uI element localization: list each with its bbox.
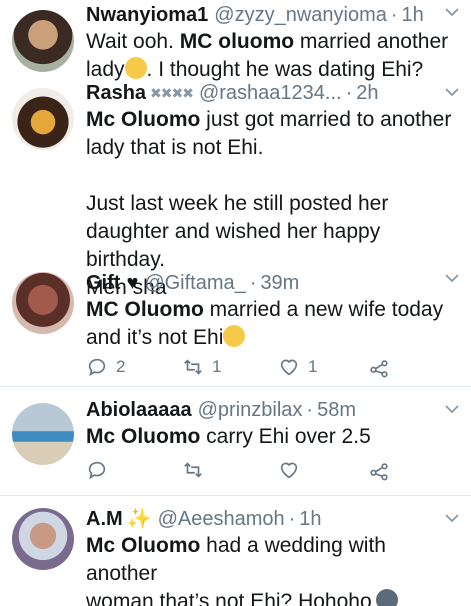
text-segment: woman that’s not Ehi? Hohoho xyxy=(86,590,372,606)
bold-mention: MC oluomo xyxy=(179,30,295,53)
tweet-gift[interactable]: Gift ♥ @Giftama_ · 39m MC Oluomo married… xyxy=(0,266,471,386)
text-segment: and it’s not Ehi xyxy=(86,326,224,349)
text-line: Just last week he still posted her xyxy=(86,192,389,215)
reply-icon xyxy=(88,461,106,480)
like-count: 1 xyxy=(308,357,318,376)
tweet-header: A.M ✨ @Aeeshamoh · 1h xyxy=(86,506,459,532)
user-handle[interactable]: @prinzbilax xyxy=(198,398,303,422)
text-line: lady that is not Ehi. xyxy=(86,136,264,159)
hand-over-mouth-emoji xyxy=(124,57,147,79)
share-button[interactable] xyxy=(368,459,390,481)
dark-face-emoji xyxy=(375,589,398,606)
retweet-button[interactable]: 1 xyxy=(182,356,221,378)
display-name[interactable]: Nwanyioma1 xyxy=(86,3,208,27)
sparkles-emoji: ✨ xyxy=(126,508,152,530)
tweet-actions: 2 1 1 xyxy=(86,356,388,382)
chevron-down-icon[interactable] xyxy=(445,88,459,97)
chevron-down-icon[interactable] xyxy=(445,405,459,414)
display-name[interactable]: Gift xyxy=(86,271,120,295)
share-icon xyxy=(370,463,388,481)
user-handle[interactable]: @Giftama_ xyxy=(144,271,245,295)
timestamp[interactable]: 58m xyxy=(317,398,356,422)
chevron-down-icon[interactable] xyxy=(445,8,459,17)
bold-mention: Mc Oluomo xyxy=(86,108,201,131)
avatar[interactable] xyxy=(12,10,74,72)
tweet-nwanyioma1[interactable]: Nwanyioma1 @zyzy_nwanyioma · 1h Wait ooh… xyxy=(0,0,471,82)
reply-button[interactable]: 2 xyxy=(86,356,125,378)
tweet-header: Gift ♥ @Giftama_ · 39m xyxy=(86,270,459,296)
share-icon xyxy=(370,360,388,378)
reply-count: 2 xyxy=(116,357,126,376)
timestamp[interactable]: 2h xyxy=(356,81,378,105)
separator-dot: · xyxy=(345,82,353,104)
retweet-button[interactable] xyxy=(182,459,204,481)
tweet-feed: Nwanyioma1 @zyzy_nwanyioma · 1h Wait ooh… xyxy=(0,0,471,606)
heart-icon xyxy=(280,359,298,376)
share-button[interactable] xyxy=(368,356,390,378)
avatar[interactable] xyxy=(12,508,74,570)
text-segment: . I thought he was dating Ehi? xyxy=(146,58,424,81)
chevron-down-icon[interactable] xyxy=(445,514,459,523)
like-button[interactable]: 1 xyxy=(278,356,317,378)
text-segment: just got married to another xyxy=(200,108,452,131)
chevron-down-icon[interactable] xyxy=(445,274,459,283)
timestamp[interactable]: 1h xyxy=(299,507,321,531)
avatar[interactable] xyxy=(12,272,74,334)
bold-mention: Mc Oluomo xyxy=(86,425,201,448)
retweet-icon xyxy=(184,462,202,478)
display-name[interactable]: Rasha xyxy=(86,81,146,105)
tweet-actions xyxy=(86,459,388,485)
user-handle[interactable]: @zyzy_nwanyioma xyxy=(214,3,387,27)
avatar[interactable] xyxy=(12,403,74,465)
bold-mention: MC Oluomo xyxy=(86,298,204,321)
avatar[interactable] xyxy=(12,88,74,150)
retweet-count: 1 xyxy=(212,357,222,376)
bold-mention: Mc Oluomo xyxy=(86,534,201,557)
tweet-text: Mc Oluomo carry Ehi over 2.5 xyxy=(86,423,459,451)
black-heart-emoji: ♥ xyxy=(126,272,139,294)
text-segment: married another xyxy=(294,30,449,53)
tweet-abiolaaaaa[interactable]: Abiolaaaaa @prinzbilax · 58m Mc Oluomo c… xyxy=(0,387,471,494)
name-decoration: ✖✖✖✖ xyxy=(150,85,194,101)
separator-dot: · xyxy=(306,399,314,421)
display-name[interactable]: A.M xyxy=(86,507,123,531)
timestamp[interactable]: 1h xyxy=(402,3,424,27)
timestamp[interactable]: 39m xyxy=(260,271,299,295)
reply-button[interactable] xyxy=(86,459,108,481)
face-with-monocle-emoji xyxy=(223,325,246,347)
tweet-header: Rasha ✖✖✖✖ @rashaa1234... · 2h xyxy=(86,80,459,106)
separator-dot: · xyxy=(249,272,257,294)
text-segment: Wait ooh. xyxy=(86,30,180,53)
text-segment: lady xyxy=(86,58,125,81)
text-segment: carry Ehi over 2.5 xyxy=(200,425,371,448)
tweet-am[interactable]: A.M ✨ @Aeeshamoh · 1h Mc Oluomo had a we… xyxy=(0,496,471,606)
display-name[interactable]: Abiolaaaaa xyxy=(86,398,192,422)
like-button[interactable] xyxy=(278,459,300,481)
reply-icon xyxy=(88,358,106,377)
tweet-text: Mc Oluomo had a wedding with another wom… xyxy=(86,532,459,606)
user-handle[interactable]: @Aeeshamoh xyxy=(158,507,285,531)
tweet-header: Nwanyioma1 @zyzy_nwanyioma · 1h xyxy=(86,2,459,28)
heart-icon xyxy=(280,462,298,479)
retweet-icon xyxy=(184,359,202,375)
user-handle[interactable]: @rashaa1234... xyxy=(199,81,342,105)
separator-dot: · xyxy=(390,4,398,26)
tweet-header: Abiolaaaaa @prinzbilax · 58m xyxy=(86,397,459,423)
separator-dot: · xyxy=(288,508,296,530)
tweet-rasha[interactable]: Rasha ✖✖✖✖ @rashaa1234... · 2h Mc Oluomo… xyxy=(0,80,471,299)
tweet-text: Wait ooh. MC oluomo married another lady… xyxy=(86,28,459,84)
text-segment: married a new wife today xyxy=(203,298,444,321)
tweet-text: MC Oluomo married a new wife today and i… xyxy=(86,296,459,352)
